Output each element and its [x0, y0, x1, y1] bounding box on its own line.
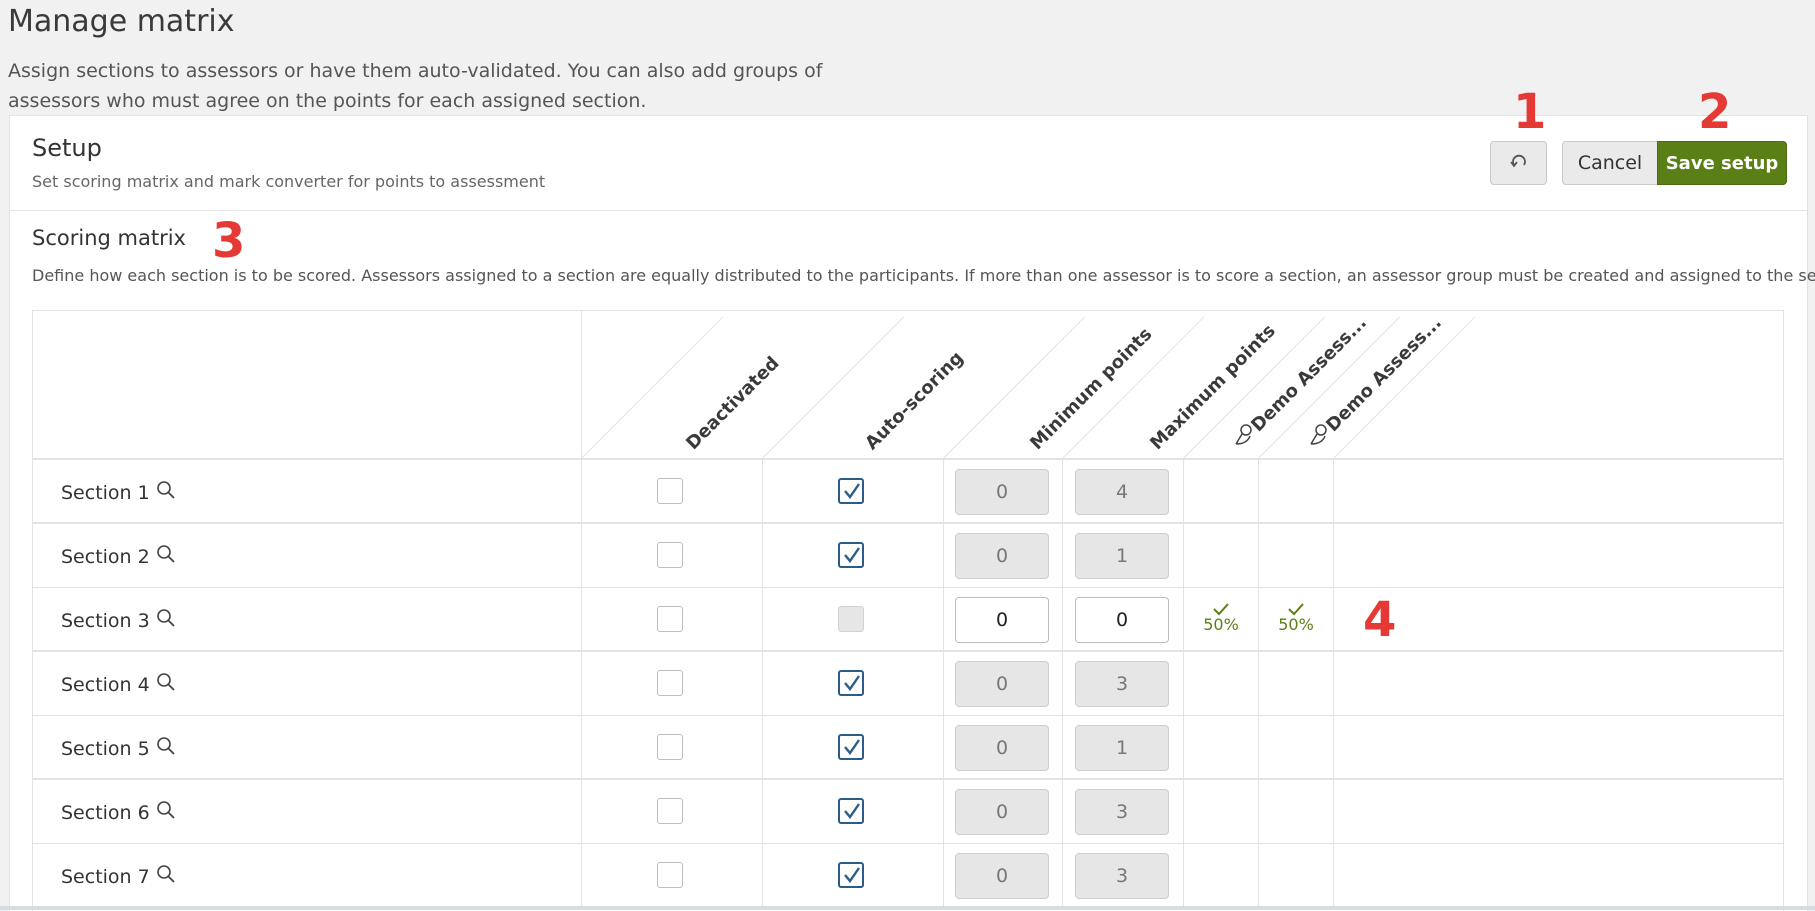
reset-button[interactable] — [1490, 141, 1547, 185]
section-name: Section 3 — [61, 609, 150, 632]
deactivated-checkbox[interactable] — [657, 542, 683, 568]
checkmark-icon — [1288, 603, 1304, 616]
deactivated-checkbox[interactable] — [657, 670, 683, 696]
setup-subtitle: Set scoring matrix and mark converter fo… — [32, 172, 546, 191]
deactivated-checkbox[interactable] — [657, 734, 683, 760]
auto-scoring-checkbox[interactable] — [838, 478, 864, 504]
scoring-matrix-description: Define how each section is to be scored.… — [32, 266, 1815, 285]
deactivated-checkbox[interactable] — [657, 478, 683, 504]
table-row: Section 2 0 1 — [33, 524, 1783, 588]
annotation-marker-4: 4 — [1363, 592, 1397, 648]
maximum-points-input[interactable]: 1 — [1075, 725, 1169, 771]
table-row: Section 6 0 3 — [33, 780, 1783, 844]
annotation-marker-2: 2 — [1698, 84, 1732, 140]
auto-scoring-checkbox[interactable] — [838, 734, 864, 760]
table-header: Deactivated Auto-scoring Minimum points … — [33, 311, 1783, 460]
section-label[interactable]: Section 1 — [61, 480, 176, 505]
section-label[interactable]: Section 6 — [61, 800, 176, 825]
minimum-points-input[interactable]: 0 — [955, 469, 1049, 515]
minimum-points-input[interactable]: 0 — [955, 661, 1049, 707]
page-description: Assign sections to assessors or have the… — [8, 60, 823, 112]
setup-header: Setup Set scoring matrix and mark conver… — [10, 88, 1807, 211]
minimum-points-input[interactable]: 0 — [955, 725, 1049, 771]
search-icon[interactable] — [156, 800, 176, 825]
header-corner — [33, 311, 582, 460]
deactivated-checkbox[interactable] — [657, 862, 683, 888]
section-label[interactable]: Section 2 — [61, 544, 176, 569]
minimum-points-input[interactable]: 0 — [955, 597, 1049, 643]
setup-panel: Setup Set scoring matrix and mark conver… — [9, 88, 1815, 911]
section-name: Section 2 — [61, 545, 150, 568]
person-icon — [1308, 423, 1330, 445]
maximum-points-input[interactable]: 3 — [1075, 789, 1169, 835]
save-setup-button[interactable]: Save setup — [1657, 141, 1787, 185]
search-icon[interactable] — [156, 608, 176, 633]
section-name: Section 5 — [61, 737, 150, 760]
search-icon[interactable] — [156, 864, 176, 889]
table-row: Section 1 0 4 — [33, 460, 1783, 524]
maximum-points-input[interactable]: 4 — [1075, 469, 1169, 515]
column-header-auto-scoring: Auto-scoring — [861, 347, 968, 454]
scoring-matrix-title: Scoring matrix — [32, 226, 186, 250]
search-icon[interactable] — [156, 672, 176, 697]
auto-scoring-checkbox[interactable] — [838, 542, 864, 568]
table-row: Section 7 0 3 — [33, 844, 1783, 908]
search-icon[interactable] — [156, 480, 176, 505]
maximum-points-input[interactable]: 0 — [1075, 597, 1169, 643]
section-label[interactable]: Section 3 — [61, 608, 176, 633]
deactivated-checkbox[interactable] — [657, 606, 683, 632]
auto-scoring-checkbox — [838, 606, 864, 632]
section-name: Section 1 — [61, 481, 150, 504]
assessor-2-assignment[interactable]: 50% — [1266, 602, 1326, 634]
reset-icon — [1508, 150, 1530, 177]
table-row: Section 4 0 3 — [33, 652, 1783, 716]
section-label[interactable]: Section 7 — [61, 864, 176, 889]
page-title: Manage matrix — [8, 4, 235, 39]
maximum-points-input[interactable]: 3 — [1075, 853, 1169, 899]
maximum-points-input[interactable]: 1 — [1075, 533, 1169, 579]
column-header-deactivated: Deactivated — [682, 352, 784, 454]
auto-scoring-checkbox[interactable] — [838, 670, 864, 696]
horizontal-scrollbar[interactable] — [0, 906, 1815, 910]
auto-scoring-checkbox[interactable] — [838, 862, 864, 888]
cancel-button[interactable]: Cancel — [1562, 141, 1658, 185]
table-row: Section 3 0 0 50% 50% 4 — [33, 588, 1783, 652]
search-icon[interactable] — [156, 544, 176, 569]
deactivated-checkbox[interactable] — [657, 798, 683, 824]
minimum-points-input[interactable]: 0 — [955, 533, 1049, 579]
table-row: Section 5 0 1 — [33, 716, 1783, 780]
column-header-minimum-points: Minimum points — [1026, 323, 1157, 454]
auto-scoring-checkbox[interactable] — [838, 798, 864, 824]
section-name: Section 4 — [61, 673, 150, 696]
section-name: Section 7 — [61, 865, 150, 888]
assessor-2-share: 50% — [1278, 615, 1314, 634]
annotation-marker-1: 1 — [1513, 84, 1547, 140]
section-name: Section 6 — [61, 801, 150, 824]
minimum-points-input[interactable]: 0 — [955, 789, 1049, 835]
minimum-points-input[interactable]: 0 — [955, 853, 1049, 899]
person-icon — [1233, 423, 1255, 445]
checkmark-icon — [1213, 603, 1229, 616]
search-icon[interactable] — [156, 736, 176, 761]
annotation-marker-3: 3 — [212, 213, 246, 269]
setup-title: Setup — [32, 134, 102, 162]
section-label[interactable]: Section 5 — [61, 736, 176, 761]
maximum-points-input[interactable]: 3 — [1075, 661, 1169, 707]
assessor-1-assignment[interactable]: 50% — [1191, 602, 1251, 634]
scoring-matrix-table: Deactivated Auto-scoring Minimum points … — [32, 310, 1784, 911]
assessor-1-share: 50% — [1203, 615, 1239, 634]
section-label[interactable]: Section 4 — [61, 672, 176, 697]
